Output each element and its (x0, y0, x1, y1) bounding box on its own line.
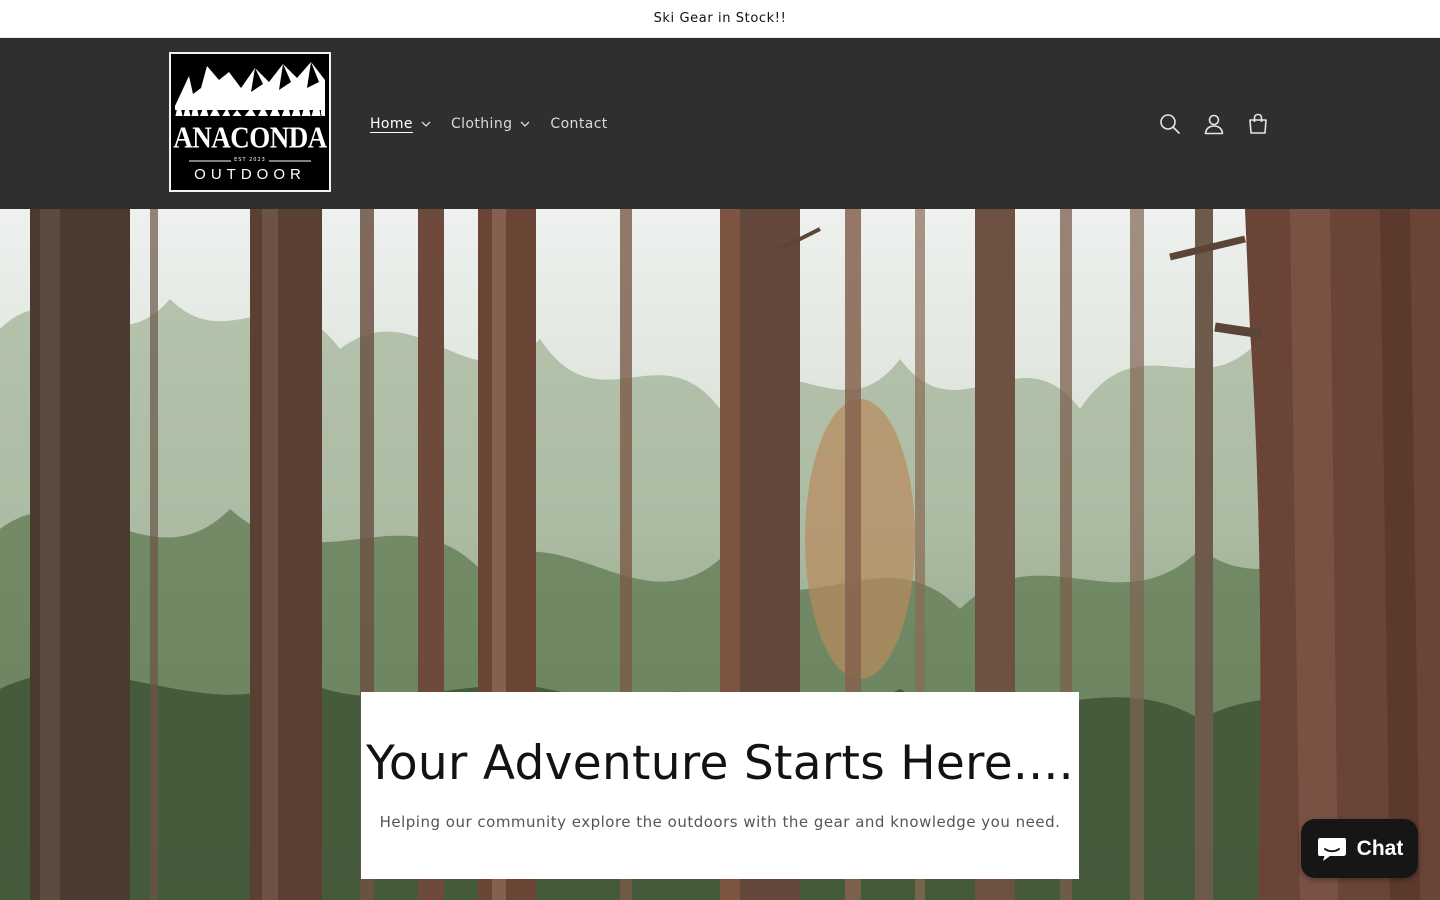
hero-title: Your Adventure Starts Here.... (366, 736, 1074, 791)
logo-established: EST 2023 (234, 157, 266, 163)
announcement-bar: Ski Gear in Stock!! (0, 0, 1440, 38)
account-button[interactable] (1202, 112, 1226, 136)
chevron-down-icon (520, 121, 530, 127)
logo-brand-sub: OUTDOOR (194, 166, 306, 183)
chat-label: Chat (1356, 836, 1404, 860)
cart-icon (1249, 113, 1267, 134)
logo-brand-name: ANACONDA (173, 119, 327, 155)
chat-button[interactable]: Chat (1301, 819, 1418, 878)
nav-item-home[interactable]: Home (370, 116, 431, 132)
site-logo[interactable]: ANACONDA EST 2023 OUTDOOR (169, 52, 331, 192)
search-icon (1160, 113, 1180, 134)
search-button[interactable] (1158, 112, 1182, 136)
nav-label-contact: Contact (550, 115, 608, 132)
chevron-down-icon (421, 121, 431, 127)
nav-label-home: Home (370, 115, 413, 132)
site-header: ANACONDA EST 2023 OUTDOOR Home Clothing … (0, 38, 1440, 209)
hero-text-card: Your Adventure Starts Here.... Helping o… (361, 692, 1079, 879)
hero-subtitle: Helping our community explore the outdoo… (379, 813, 1061, 831)
hero-banner: Your Adventure Starts Here.... Helping o… (0, 209, 1440, 900)
nav-item-contact[interactable]: Contact (550, 116, 607, 132)
announcement-text: Ski Gear in Stock!! (653, 11, 787, 26)
cart-button[interactable] (1246, 112, 1270, 136)
nav-label-clothing: Clothing (450, 115, 513, 132)
header-icons (1158, 38, 1270, 209)
main-nav: Home Clothing Contact (370, 38, 628, 209)
nav-item-clothing[interactable]: Clothing (451, 116, 530, 132)
chat-bubble-icon (1317, 837, 1346, 861)
account-icon (1204, 114, 1224, 134)
